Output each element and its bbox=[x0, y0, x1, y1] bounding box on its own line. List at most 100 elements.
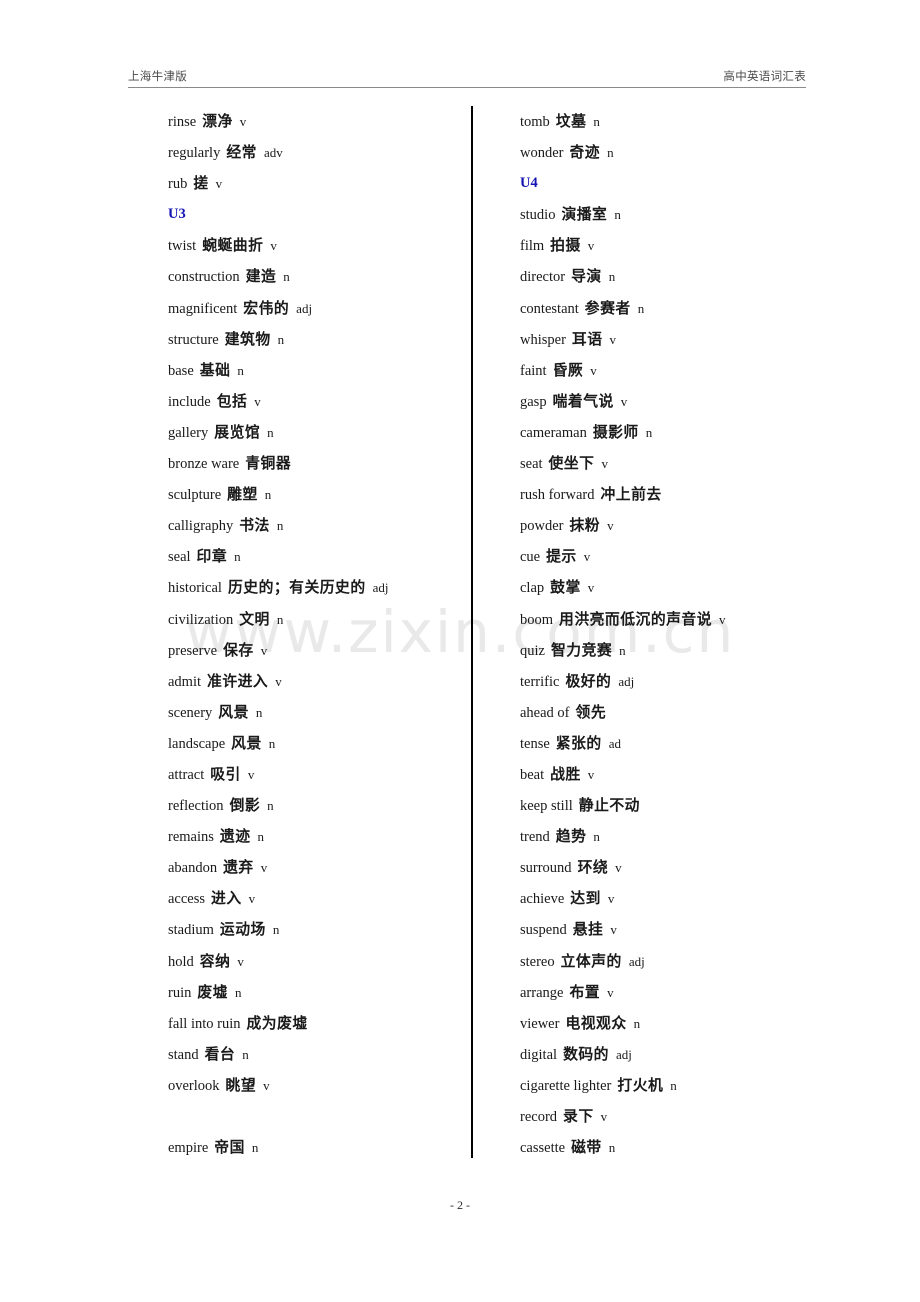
vocabulary-entry: faint 昏厥 v bbox=[520, 355, 840, 386]
vocabulary-entry: clap 鼓掌 v bbox=[520, 572, 840, 603]
vocabulary-entry: scenery 风景 n bbox=[168, 697, 488, 728]
entry-part-of-speech: adj bbox=[296, 300, 313, 316]
entry-english-word: include bbox=[168, 393, 211, 410]
entry-english-word: structure bbox=[168, 331, 219, 348]
entry-chinese-meaning: 打火机 bbox=[617, 1076, 664, 1094]
entry-chinese-meaning: 遗弃 bbox=[223, 859, 254, 877]
entry-part-of-speech: n bbox=[276, 518, 284, 534]
entry-english-word: civilization bbox=[168, 611, 234, 628]
entry-part-of-speech: adv bbox=[263, 145, 283, 161]
entry-part-of-speech: v bbox=[260, 860, 268, 876]
vocabulary-entry: abandon 遗弃 v bbox=[168, 852, 488, 883]
entry-chinese-meaning: 静止不动 bbox=[578, 797, 640, 815]
vocabulary-entry: arrange 布置 v bbox=[520, 977, 840, 1008]
vocabulary-entry: hold 容纳 v bbox=[168, 946, 488, 977]
entry-chinese-meaning: 演播室 bbox=[561, 206, 608, 224]
entry-english-word: access bbox=[168, 891, 206, 908]
entry-part-of-speech: n bbox=[277, 331, 285, 347]
entry-english-word: sculpture bbox=[168, 487, 222, 504]
vocabulary-entry: tense 紧张的 ad bbox=[520, 728, 840, 759]
vocabulary-entry: civilization 文明 n bbox=[168, 604, 488, 635]
entry-english-word: cigarette lighter bbox=[520, 1077, 612, 1094]
entry-part-of-speech: n bbox=[619, 642, 626, 658]
entry-part-of-speech: ad bbox=[608, 735, 621, 751]
entry-part-of-speech: n bbox=[234, 549, 241, 565]
entry-part-of-speech: n bbox=[670, 1077, 677, 1093]
entry-part-of-speech: n bbox=[276, 611, 284, 627]
entry-chinese-meaning: 文明 bbox=[239, 610, 270, 628]
entry-english-word: attract bbox=[168, 766, 205, 783]
entry-part-of-speech: v bbox=[270, 238, 277, 254]
entry-part-of-speech: v bbox=[607, 891, 615, 907]
entry-english-word: director bbox=[520, 269, 566, 286]
entry-english-word: stand bbox=[168, 1046, 199, 1063]
entry-part-of-speech: n bbox=[608, 269, 616, 285]
entry-chinese-meaning: 漂净 bbox=[202, 113, 233, 130]
vocabulary-entry: fall into ruin 成为废墟 bbox=[168, 1008, 488, 1039]
vocabulary-entry: stand 看台 n bbox=[168, 1039, 488, 1070]
entry-chinese-meaning: 帝国 bbox=[214, 1139, 245, 1157]
vocabulary-entry: quiz 智力竞赛 n bbox=[520, 635, 840, 666]
entry-chinese-meaning: 达到 bbox=[570, 890, 601, 908]
entry-chinese-meaning: 运动场 bbox=[219, 921, 266, 939]
entry-english-word: overlook bbox=[168, 1077, 220, 1094]
vocabulary-entry: construction 建造 n bbox=[168, 261, 488, 292]
entry-part-of-speech: v bbox=[587, 766, 595, 782]
vocabulary-entry: preserve 保存 v bbox=[168, 635, 488, 666]
entry-english-word: landscape bbox=[168, 735, 226, 752]
entry-part-of-speech: v bbox=[607, 984, 614, 1000]
entry-part-of-speech: v bbox=[610, 922, 617, 938]
vocabulary-entry: sculpture 雕塑 n bbox=[168, 479, 488, 510]
vocabulary-entry: boom 用洪亮而低沉的声音说 v bbox=[520, 604, 840, 635]
vocabulary-entry: digital 数码的 adj bbox=[520, 1039, 840, 1070]
entry-english-word: reflection bbox=[168, 798, 224, 815]
vocabulary-entry: cameraman 摄影师 n bbox=[520, 417, 840, 448]
vocabulary-entry: keep still 静止不动 bbox=[520, 790, 840, 821]
vocabulary-entry: contestant 参赛者 n bbox=[520, 293, 840, 324]
vocabulary-entry: beat 战胜 v bbox=[520, 759, 840, 790]
entry-chinese-meaning: 喘着气说 bbox=[552, 392, 614, 410]
vocabulary-entry: gallery 展览馆 n bbox=[168, 417, 488, 448]
entry-chinese-meaning: 包括 bbox=[216, 392, 248, 410]
vocabulary-entry: achieve 达到 v bbox=[520, 883, 840, 914]
entry-english-word: gallery bbox=[168, 424, 209, 441]
vocabulary-entry: cassette 磁带 n bbox=[520, 1132, 840, 1163]
entry-part-of-speech: n bbox=[607, 145, 614, 161]
entry-part-of-speech: n bbox=[234, 984, 242, 1000]
vocabulary-entry: suspend 悬挂 v bbox=[520, 914, 840, 945]
entry-part-of-speech: v bbox=[254, 393, 261, 409]
entry-chinese-meaning: 眺望 bbox=[225, 1076, 257, 1094]
entry-chinese-meaning: 遗迹 bbox=[219, 828, 251, 846]
entry-part-of-speech: v bbox=[590, 362, 597, 378]
entry-chinese-meaning: 耳语 bbox=[571, 330, 603, 348]
entry-english-word: whisper bbox=[520, 331, 566, 348]
vocabulary-entry: wonder 奇迹 n bbox=[520, 137, 840, 168]
entry-part-of-speech: v bbox=[275, 673, 282, 689]
entry-chinese-meaning: 书法 bbox=[239, 517, 270, 535]
entry-english-word: trend bbox=[520, 829, 550, 846]
entry-part-of-speech: n bbox=[272, 922, 280, 938]
entry-english-word: abandon bbox=[168, 860, 218, 877]
entry-chinese-meaning: 基础 bbox=[199, 361, 231, 379]
entry-part-of-speech: adj bbox=[372, 580, 389, 596]
entry-english-word: achieve bbox=[520, 891, 565, 908]
vocabulary-entry: stadium 运动场 n bbox=[168, 914, 488, 945]
entry-english-word: viewer bbox=[520, 1015, 560, 1032]
entry-chinese-meaning: 布置 bbox=[569, 983, 601, 1001]
vocabulary-entry: structure 建筑物 n bbox=[168, 324, 488, 355]
entry-part-of-speech: n bbox=[257, 829, 265, 845]
vocabulary-entry: magnificent 宏伟的 adj bbox=[168, 293, 488, 324]
entry-chinese-meaning: 雕塑 bbox=[227, 486, 258, 504]
entry-part-of-speech: n bbox=[637, 300, 645, 316]
entry-english-word: cameraman bbox=[520, 424, 587, 441]
entry-chinese-meaning: 倒影 bbox=[229, 797, 261, 815]
entry-chinese-meaning: 紧张的 bbox=[555, 734, 602, 752]
vocabulary-column-right: tomb 坟墓 n wonder 奇迹 n U4 studio 演播室 n film 拍摄 v direc… bbox=[520, 106, 840, 1163]
entry-chinese-meaning: 参赛者 bbox=[584, 299, 631, 317]
entry-english-word: calligraphy bbox=[168, 518, 234, 535]
entry-english-word: record bbox=[520, 1109, 558, 1125]
vocabulary-entry: calligraphy 书法 n bbox=[168, 510, 488, 541]
vocabulary-entry: terrific 极好的 adj bbox=[520, 666, 840, 697]
vocabulary-page: 上海牛津版 高中英语词汇表 www.zixin.com.cn rinse 漂净 v r… bbox=[0, 0, 920, 1302]
entry-chinese-meaning: 宏伟的 bbox=[243, 299, 290, 317]
